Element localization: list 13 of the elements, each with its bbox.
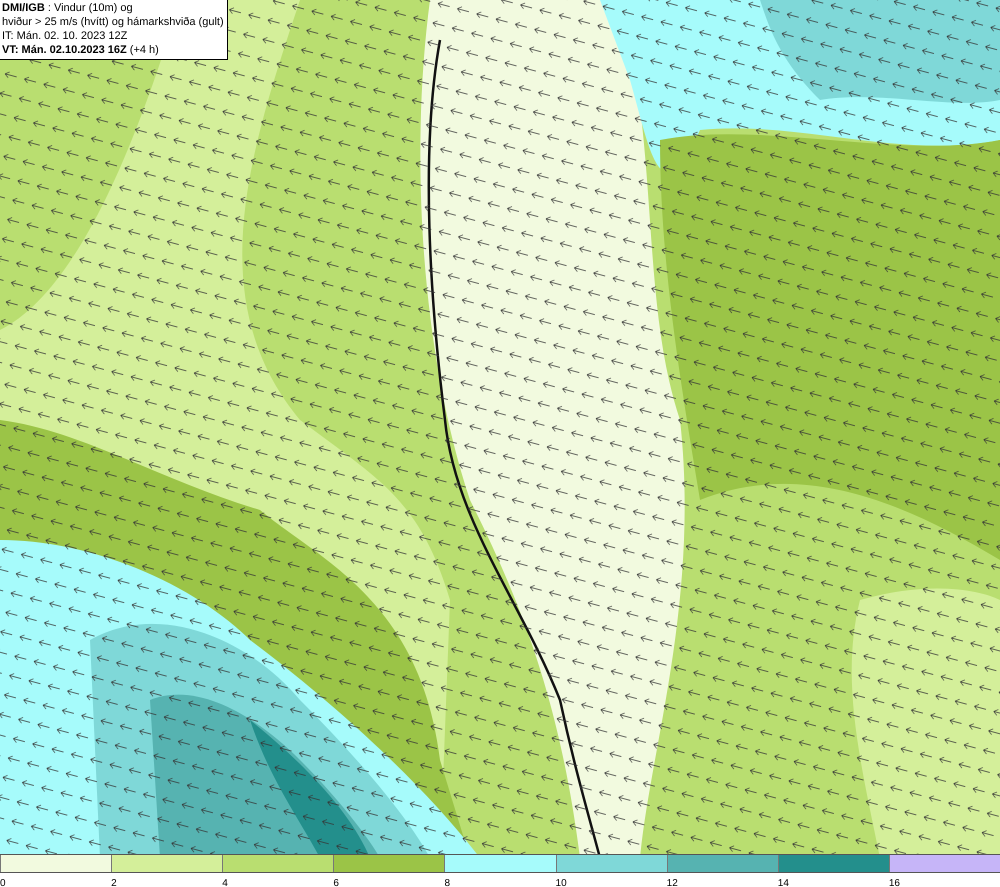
caption-line: DMI/IGB : Vindur (10m) og xyxy=(2,1,134,15)
legend-tick-label: 14 xyxy=(778,878,789,887)
legend-tick-label: 12 xyxy=(666,878,678,887)
caption-line: VT: Mán. 02.10.2023 16Z (+4 h) xyxy=(2,43,160,57)
legend-tick-label: 8 xyxy=(444,878,450,887)
legend-tick-label: 6 xyxy=(333,878,339,887)
legend-tick-label: 10 xyxy=(556,878,567,887)
legend-tick-label: 16 xyxy=(888,878,900,887)
legend-tick-label: 0 xyxy=(0,878,6,887)
caption-line: hviður > 25 m/s (hvítt) og hámarkshviða (gult) xyxy=(2,15,224,29)
legend-tick-label: 4 xyxy=(222,878,228,887)
caption-line: IT: Mán. 02. 10. 2023 12Z xyxy=(2,29,128,43)
legend-tick-label: 2 xyxy=(111,878,117,887)
